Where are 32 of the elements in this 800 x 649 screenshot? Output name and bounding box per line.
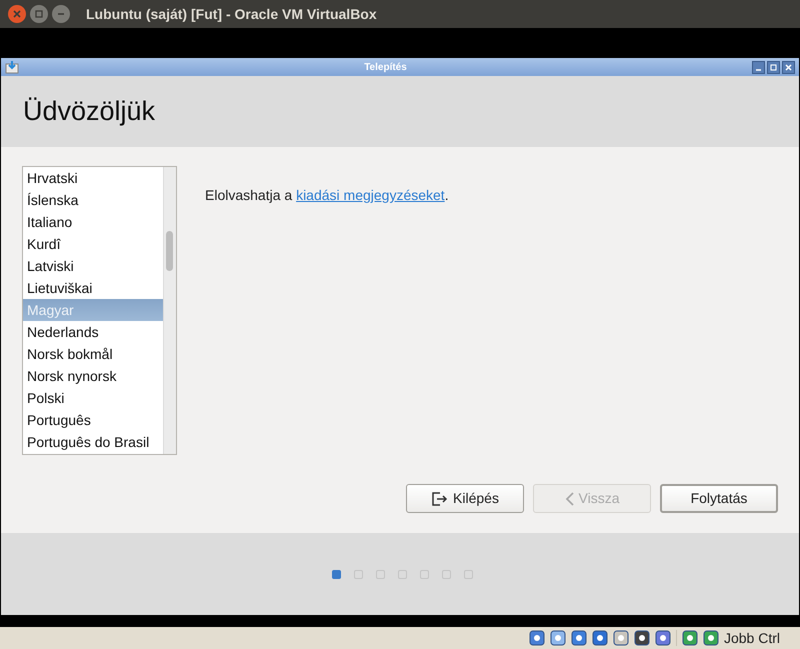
language-item[interactable]: Norsk nynorsk — [23, 365, 163, 387]
language-item[interactable]: Norsk bokmål — [23, 343, 163, 365]
language-item[interactable]: Nederlands — [23, 321, 163, 343]
language-item[interactable]: Italiano — [23, 211, 163, 233]
language-item[interactable]: Hrvatski — [23, 167, 163, 189]
installer-title: Telepítés — [363, 60, 408, 74]
language-item[interactable]: Íslenska — [23, 189, 163, 211]
close-icon — [13, 10, 21, 18]
minimize-icon — [57, 10, 65, 18]
language-item[interactable]: Kurdî — [23, 233, 163, 255]
chevron-left-icon — [564, 492, 574, 506]
language-item[interactable]: Latviski — [23, 255, 163, 277]
quit-button[interactable]: Kilépés — [406, 484, 524, 513]
page-heading: Üdvözöljük — [23, 95, 156, 128]
release-notes-text: Elolvashatja a kiadási megjegyzéseket. — [205, 186, 449, 205]
close-button[interactable] — [782, 60, 795, 74]
minimize-button[interactable] — [752, 60, 765, 74]
language-item[interactable]: Lietuviškai — [23, 277, 163, 299]
exit-icon — [431, 490, 450, 506]
maximize-button[interactable] — [767, 60, 780, 74]
language-item[interactable]: Português do Brasil — [23, 431, 163, 453]
language-item[interactable]: Polski — [23, 387, 163, 409]
host-key-label: Jobb Ctrl — [724, 628, 780, 648]
close-icon — [785, 64, 792, 70]
language-item[interactable]: Português — [23, 409, 163, 431]
maximize-icon — [770, 64, 777, 70]
continue-button[interactable]: Folytatás — [660, 484, 778, 513]
close-button[interactable] — [8, 5, 26, 23]
maximize-icon — [35, 10, 43, 18]
scroll-thumb[interactable] — [166, 231, 173, 271]
release-notes-link[interactable]: kiadási megjegyzéseket — [296, 187, 445, 203]
window-title: Lubuntu (saját) [Fut] - Oracle VM VirtualBox — [86, 4, 377, 24]
